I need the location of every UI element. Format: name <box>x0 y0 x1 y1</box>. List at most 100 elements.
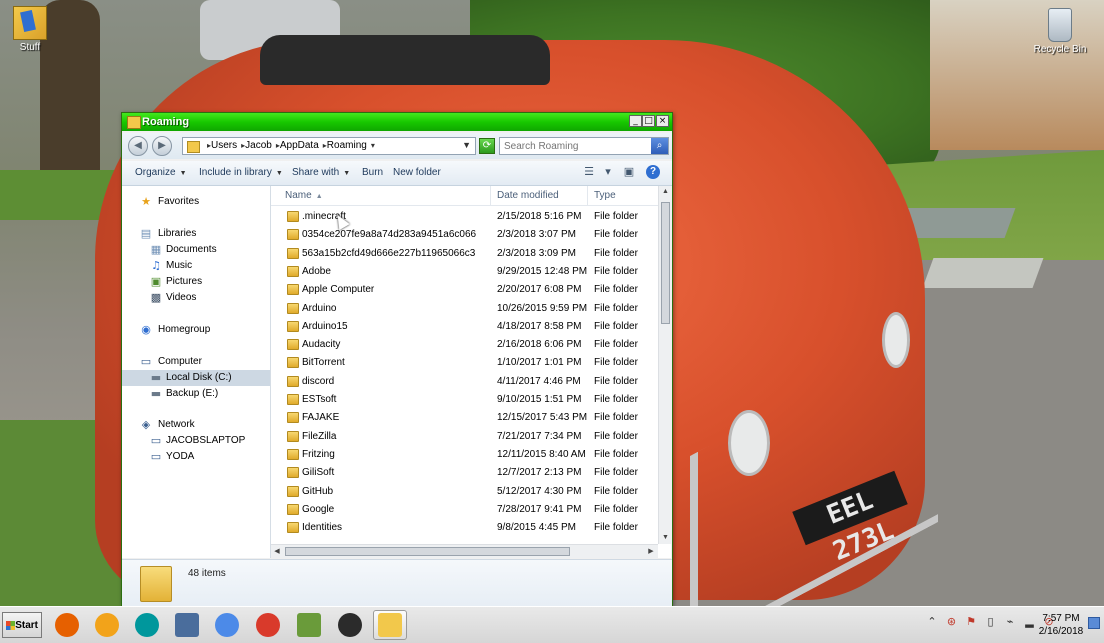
column-header-type[interactable]: Type <box>588 186 658 205</box>
close-button[interactable]: × <box>656 115 669 127</box>
show-hidden-icons-icon[interactable]: ⌃ <box>924 615 940 628</box>
horizontal-scrollbar[interactable]: ◀ ▶ <box>271 544 658 558</box>
maximize-button[interactable]: □ <box>642 115 655 127</box>
nav-music[interactable]: ♫ Music <box>122 258 270 274</box>
search-icon[interactable]: ⌕ <box>651 138 668 154</box>
table-row[interactable]: Audacity 2/16/2018 6:06 PM File folder <box>271 336 658 354</box>
forward-button[interactable]: ▶ <box>152 136 172 156</box>
refresh-button[interactable]: ⟳ <box>479 138 495 154</box>
back-button[interactable]: ◀ <box>128 136 148 156</box>
power-icon[interactable]: ⌁ <box>1002 615 1018 628</box>
table-row[interactable]: BitTorrent 1/10/2017 1:01 PM File folder <box>271 354 658 372</box>
show-desktop-button[interactable] <box>1088 617 1100 629</box>
table-row[interactable]: 0354ce207fe9a8a74d283a9451a6c066 2/3/2018… <box>271 226 658 244</box>
share-with-button[interactable]: Share with ▼ <box>292 167 350 178</box>
nav-yoda[interactable]: ▭ YODA <box>122 449 270 465</box>
table-row[interactable]: Apple Computer 2/20/2017 6:08 PM File fold… <box>271 281 658 299</box>
new-folder-button[interactable]: New folder <box>393 167 441 178</box>
antivirus-icon[interactable]: ⊛ <box>944 615 960 628</box>
breadcrumb-users[interactable]: Users <box>211 140 237 151</box>
taskbar-button-obs[interactable] <box>333 610 367 640</box>
command-bar: Organize ▼ Include in library ▼ Share with… <box>122 161 672 186</box>
chevron-down-icon: ▼ <box>343 170 351 177</box>
chevron-right-icon[interactable]: ▾ <box>371 141 375 150</box>
title-bar[interactable]: Roaming _ □ × <box>122 113 672 131</box>
scroll-right-icon[interactable]: ▶ <box>645 545 657 558</box>
clock[interactable]: 7:57 PM 2/16/2018 <box>1036 612 1086 638</box>
table-row[interactable]: ESTsoft 9/10/2015 1:51 PM File folder <box>271 391 658 409</box>
taskbar-button-arduino[interactable] <box>130 610 164 640</box>
table-row[interactable]: FAJAKE 12/15/2017 5:43 PM File folder <box>271 409 658 427</box>
scroll-down-icon[interactable]: ▼ <box>659 532 671 544</box>
column-header-name[interactable]: Name ▲ <box>279 186 491 205</box>
table-row[interactable]: Google 7/28/2017 9:41 PM File folder <box>271 501 658 519</box>
star-icon: ★ <box>141 195 151 208</box>
breadcrumb-appdata[interactable]: AppData <box>280 140 319 151</box>
taskbar-button-chromium[interactable] <box>210 610 244 640</box>
chevron-down-icon[interactable]: ▾ <box>601 166 615 178</box>
desktop-icon-recycle-bin[interactable]: Recycle Bin <box>1030 8 1090 55</box>
change-view-icon[interactable]: ☰ <box>582 166 596 178</box>
table-row[interactable]: GiliSoft 12/7/2017 2:13 PM File folder <box>271 464 658 482</box>
taskbar-button-audacity[interactable] <box>90 610 124 640</box>
preview-pane-icon[interactable]: ▣ <box>622 166 636 178</box>
table-row[interactable]: FileZilla 7/21/2017 7:34 PM File folder <box>271 428 658 446</box>
action-center-icon[interactable]: ⚑ <box>963 615 979 628</box>
minimize-button[interactable]: _ <box>629 115 642 127</box>
search-input[interactable] <box>504 139 644 153</box>
device-icon[interactable]: ▯ <box>983 615 999 628</box>
scrollbar-thumb[interactable] <box>285 547 570 556</box>
file-type: File folder <box>594 394 638 405</box>
scroll-up-icon[interactable]: ▲ <box>659 186 671 198</box>
organize-button[interactable]: Organize ▼ <box>135 167 187 178</box>
search-box[interactable]: ⌕ <box>499 137 669 155</box>
explorer-window[interactable]: Roaming _ □ × ◀ ▶ ▸Users ▸Jacob ▸AppData ▸R… <box>121 112 673 606</box>
taskbar-button-fritzing[interactable] <box>170 610 204 640</box>
nav-documents[interactable]: ▦ Documents <box>122 242 270 258</box>
recycle-bin-icon <box>1048 8 1072 42</box>
taskbar-button-minecraft[interactable] <box>292 610 326 640</box>
nav-pictures[interactable]: ▣ Pictures <box>122 274 270 290</box>
table-row[interactable]: Arduino 10/26/2015 9:59 PM File folder <box>271 300 658 318</box>
taskbar-button-explorer[interactable] <box>373 610 407 640</box>
nav-videos[interactable]: ▩ Videos <box>122 290 270 306</box>
chevron-down-icon: ▼ <box>275 170 283 177</box>
desktop-icon-stuff[interactable]: Stuff <box>0 6 60 53</box>
nav-homegroup[interactable]: ◉ Homegroup <box>122 322 270 338</box>
vertical-scrollbar[interactable]: ▲ ▼ <box>658 186 671 544</box>
table-row[interactable]: discord 4/11/2017 4:46 PM File folder <box>271 373 658 391</box>
table-row[interactable]: Identities 9/8/2015 4:45 PM File folder <box>271 519 658 537</box>
taskbar-button-firefox[interactable] <box>50 610 84 640</box>
column-header-date-modified[interactable]: Date modified <box>491 186 588 205</box>
scrollbar-thumb[interactable] <box>661 202 670 324</box>
table-row[interactable]: .minecraft 2/15/2018 5:16 PM File folder <box>271 208 658 226</box>
table-row[interactable]: Adobe 9/29/2015 12:48 PM File folder <box>271 263 658 281</box>
table-row[interactable]: Fritzing 12/11/2015 8:40 AM File folder <box>271 446 658 464</box>
table-row[interactable]: Arduino15 4/18/2017 8:58 PM File folder <box>271 318 658 336</box>
breadcrumb-roaming[interactable]: Roaming <box>327 140 367 151</box>
nav-network[interactable]: ◈ Network <box>122 417 270 433</box>
nav-libraries[interactable]: ▤ Libraries <box>122 226 270 242</box>
breadcrumb-jacob[interactable]: Jacob <box>245 140 272 151</box>
chevron-down-icon[interactable]: ▼ <box>462 140 471 150</box>
scroll-left-icon[interactable]: ◀ <box>271 545 283 558</box>
table-row[interactable]: GitHub 5/12/2017 4:30 PM File folder <box>271 483 658 501</box>
include-in-library-button[interactable]: Include in library ▼ <box>199 167 283 178</box>
nav-backup-e[interactable]: ▬ Backup (E:) <box>122 386 270 402</box>
table-row[interactable]: 563a15b2cfd49d666e227b11965066c3 2/3/2018… <box>271 245 658 263</box>
nav-jacobslaptop[interactable]: ▭ JACOBSLAPTOP <box>122 433 270 449</box>
stuff-icon <box>13 6 47 40</box>
address-bar[interactable]: ▸Users ▸Jacob ▸AppData ▸Roaming ▾ ▼ <box>182 137 476 155</box>
nav-local-disk-c[interactable]: ▬ Local Disk (C:) <box>122 370 270 386</box>
organize-label: Organize <box>135 167 176 178</box>
file-date-modified: 10/26/2015 9:59 PM <box>497 302 588 314</box>
file-type: File folder <box>594 339 638 351</box>
taskbar-button-chrome[interactable] <box>251 610 285 640</box>
burn-button[interactable]: Burn <box>362 167 383 178</box>
file-type: File folder <box>594 467 638 479</box>
start-button[interactable]: Start <box>2 612 42 638</box>
help-icon[interactable]: ? <box>646 165 660 179</box>
computer-icon: ▭ <box>150 450 162 463</box>
nav-computer[interactable]: ▭ Computer <box>122 354 270 370</box>
nav-favorites[interactable]: ★ Favorites <box>122 194 270 210</box>
